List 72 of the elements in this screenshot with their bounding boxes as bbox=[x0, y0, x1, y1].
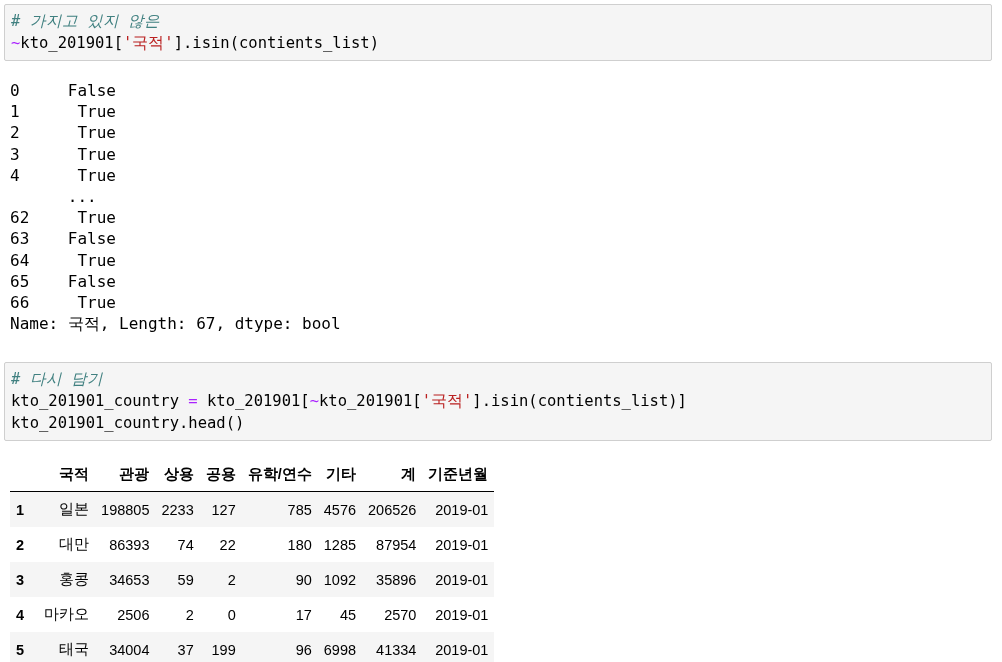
table-cell: 0 bbox=[199, 597, 242, 633]
output-line: 62 True bbox=[10, 207, 116, 229]
row-index: 1 bbox=[10, 491, 39, 528]
table-cell: 206526 bbox=[362, 491, 423, 528]
table-cell: 74 bbox=[155, 527, 200, 563]
table-cell: 59 bbox=[155, 562, 200, 598]
table-cell: 2019-01 bbox=[422, 562, 495, 598]
table-cell: 4576 bbox=[317, 491, 363, 528]
table-cell: 17 bbox=[241, 597, 318, 633]
code-comment: # 다시 담기 bbox=[11, 369, 103, 391]
column-header: 기타 bbox=[317, 457, 363, 492]
output-line: 63 False bbox=[10, 228, 116, 250]
output-line: 66 True bbox=[10, 292, 116, 314]
column-header: 공용 bbox=[199, 457, 242, 492]
row-index: 5 bbox=[10, 632, 39, 662]
table-cell: 2019-01 bbox=[422, 597, 495, 633]
table-cell: 2 bbox=[155, 597, 200, 633]
table-cell: 35896 bbox=[362, 562, 423, 598]
output-line: ... bbox=[66, 186, 97, 208]
code-cell[interactable]: # 다시 담기 kto_201901_country = kto_201901[~kto_201901['국적'].isin(contients_list)] kto_201901_country.head() bbox=[4, 362, 992, 442]
table-cell: 대만 bbox=[38, 527, 96, 563]
table-cell: 90 bbox=[241, 562, 318, 598]
table-cell: 96 bbox=[241, 632, 318, 662]
table-cell: 86393 bbox=[95, 527, 156, 563]
row-index: 4 bbox=[10, 597, 39, 633]
table-cell: 127 bbox=[199, 491, 242, 528]
column-header: 관광 bbox=[95, 457, 156, 492]
table-cell: 785 bbox=[241, 491, 318, 528]
output-line: 0 False bbox=[10, 80, 116, 102]
table-cell: 마카오 bbox=[38, 597, 96, 633]
column-header: 계 bbox=[362, 457, 423, 492]
output-line: 64 True bbox=[10, 249, 116, 271]
column-header: 상용 bbox=[155, 457, 200, 492]
table-cell: 2570 bbox=[362, 597, 423, 633]
column-header: 유학/연수 bbox=[241, 457, 318, 492]
code-comment: # 가지고 있지 않은 bbox=[11, 11, 161, 32]
code-line: kto_201901_country = kto_201901[~kto_201901['국적'].isin(contients_list)] bbox=[11, 391, 687, 413]
output-line: 3 True bbox=[10, 143, 116, 165]
output-line: 2 True bbox=[10, 122, 116, 144]
table-cell: 37 bbox=[155, 632, 200, 662]
column-header: 국적 bbox=[38, 457, 96, 492]
table-cell: 34653 bbox=[95, 562, 156, 598]
table-cell: 34004 bbox=[95, 632, 156, 662]
table-cell: 일본 bbox=[38, 491, 96, 528]
output-line: Name: 국적, Length: 67, dtype: bool bbox=[10, 313, 341, 335]
row-index: 2 bbox=[10, 527, 39, 563]
row-index: 3 bbox=[10, 562, 39, 598]
table-cell: 2019-01 bbox=[422, 527, 495, 563]
code-line: kto_201901_country.head() bbox=[11, 413, 245, 435]
table-cell: 홍콩 bbox=[38, 562, 96, 598]
table-cell: 1285 bbox=[317, 527, 363, 563]
table-cell: 180 bbox=[241, 527, 318, 563]
table-cell: 2019-01 bbox=[422, 632, 495, 662]
output-line: 65 False bbox=[10, 270, 116, 293]
table-cell: 2 bbox=[199, 562, 242, 598]
table-cell: 22 bbox=[199, 527, 242, 563]
table-cell: 1092 bbox=[317, 562, 363, 598]
code-line: ~kto_201901['국적'].isin(contients_list) bbox=[11, 33, 379, 54]
table-cell: 2019-01 bbox=[422, 491, 495, 528]
table-cell: 199 bbox=[199, 632, 242, 662]
table-cell: 45 bbox=[317, 597, 363, 633]
table-cell: 41334 bbox=[362, 632, 423, 662]
table-cell: 태국 bbox=[38, 632, 96, 662]
table-cell: 2506 bbox=[95, 597, 156, 633]
table-cell: 6998 bbox=[317, 632, 363, 662]
table-cell: 198805 bbox=[95, 491, 156, 528]
column-header: 기준년월 bbox=[422, 457, 495, 492]
table-cell: 2233 bbox=[155, 491, 200, 528]
output-line: 4 True bbox=[10, 164, 116, 186]
code-cell[interactable]: # 가지고 있지 않은 ~kto_201901['국적'].isin(contients_list) bbox=[4, 4, 992, 61]
output-line: 1 True bbox=[10, 101, 116, 123]
table-cell: 87954 bbox=[362, 527, 423, 563]
